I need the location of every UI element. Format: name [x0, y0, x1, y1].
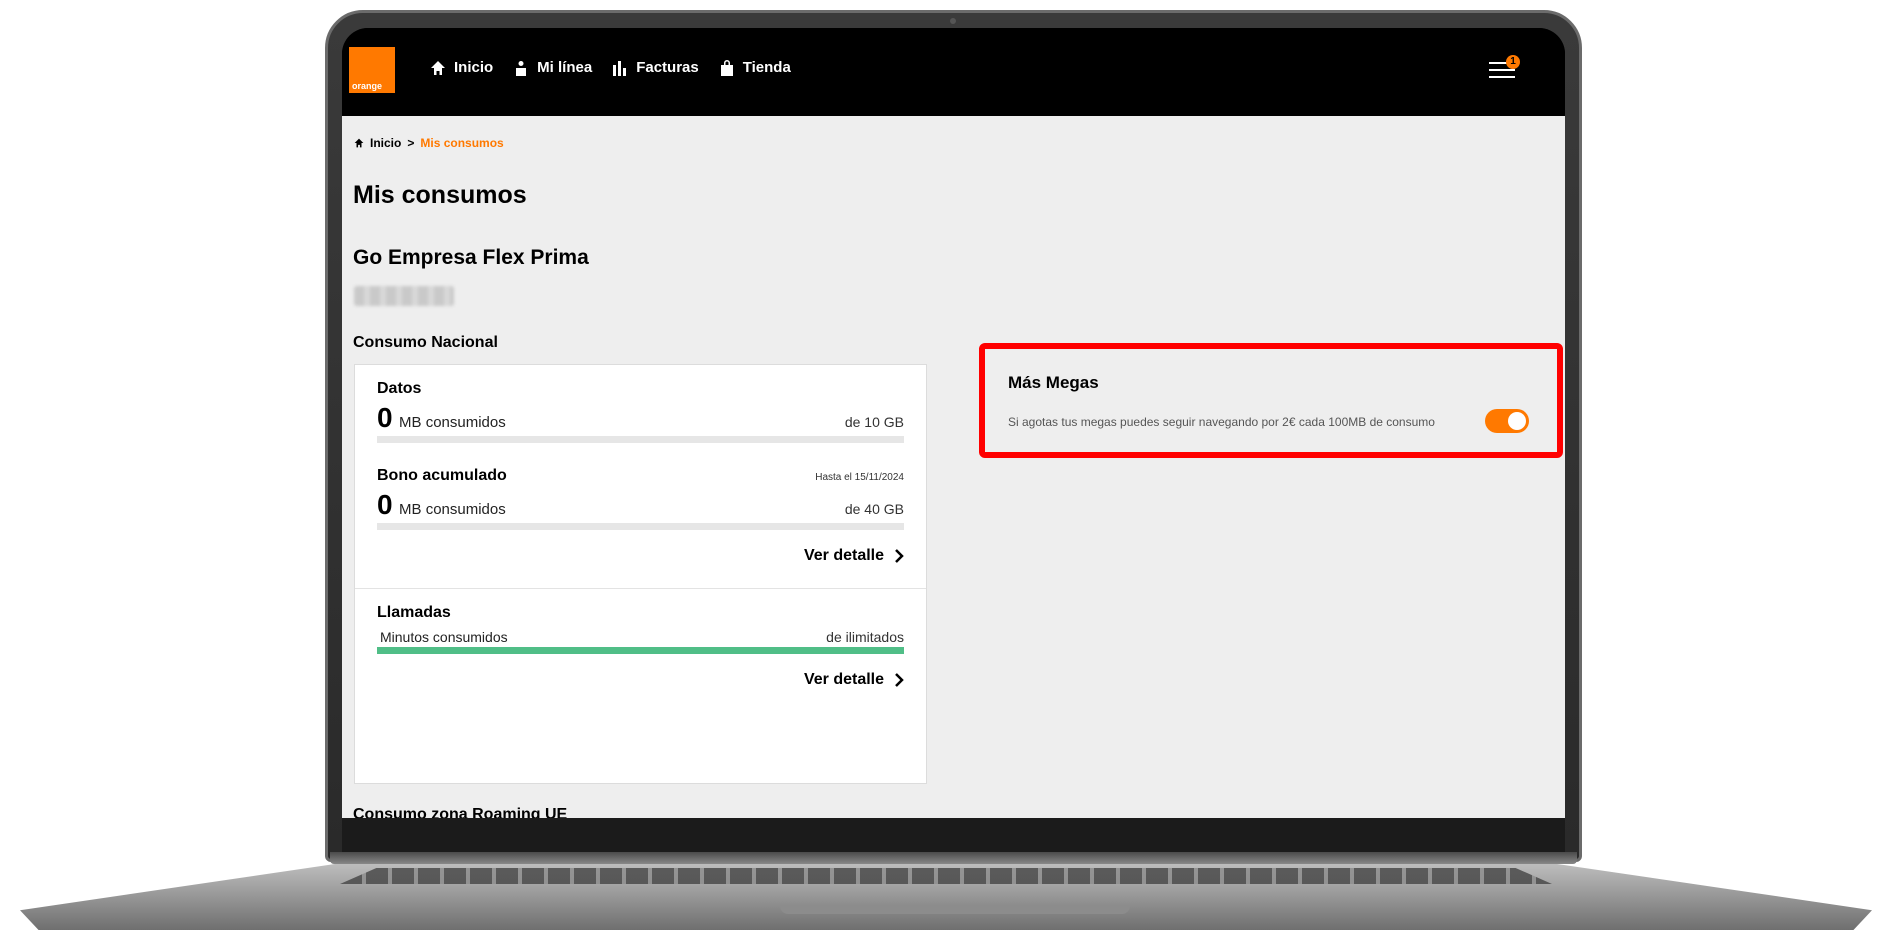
logo-text: orange — [352, 81, 383, 91]
card-divider — [355, 588, 926, 589]
section-title: Consumo Nacional — [353, 334, 498, 351]
mas-megas-description: Si agotas tus megas puedes seguir navega… — [1008, 415, 1435, 429]
nav-item-inicio[interactable]: Inicio — [430, 59, 493, 76]
datos-title: Datos — [377, 380, 422, 397]
llamadas-progress-fill — [377, 647, 904, 654]
nav-item-label: Tienda — [742, 59, 791, 76]
llamadas-block: Llamadas Minutos consumidos de ilimitado… — [377, 604, 904, 664]
datos-unit: MB consumidos — [399, 414, 506, 431]
nav-item-label: Inicio — [454, 59, 494, 76]
hamburger-menu-icon[interactable]: 1 — [1489, 55, 1520, 82]
detail-link-label: Ver detalle — [803, 547, 884, 564]
datos-progress-bar — [377, 436, 904, 443]
bono-block: Bono acumulado Hasta el 15/11/2024 0 MB … — [377, 467, 904, 537]
home-icon — [354, 138, 364, 148]
top-navigation: orange Inicio Mi línea Facturas Tienda 1 — [342, 28, 1565, 116]
nav-item-tienda[interactable]: Tienda — [719, 59, 791, 76]
mas-megas-panel: Más Megas Si agotas tus megas puedes seg… — [979, 343, 1563, 458]
person-icon — [516, 60, 527, 76]
page-title: Mis consumos — [353, 181, 527, 209]
chevron-right-icon — [895, 673, 904, 687]
bono-value: 0 — [377, 489, 393, 520]
webcam — [950, 18, 956, 24]
bono-limit: de 40 GB — [844, 501, 904, 517]
page-content: Inicio > Mis consumos Mis consumos Go Em… — [342, 116, 1565, 818]
nav-item-mi-linea[interactable]: Mi línea — [513, 59, 592, 76]
datos-value: 0 — [377, 402, 393, 433]
roaming-section-title: Consumo zona Roaming UE — [353, 806, 568, 818]
screen-bezel — [342, 818, 1565, 853]
llamadas-limit: de ilimitados — [826, 629, 904, 645]
breadcrumb: Inicio > Mis consumos — [354, 136, 504, 150]
laptop-screen: orange Inicio Mi línea Facturas Tienda 1 — [342, 28, 1565, 818]
bar-chart-icon — [613, 60, 627, 76]
bono-unit: MB consumidos — [399, 501, 506, 518]
mas-megas-toggle[interactable] — [1485, 409, 1529, 433]
breadcrumb-separator: > — [407, 136, 415, 150]
nav-menu: Inicio Mi línea Facturas Tienda — [430, 59, 791, 76]
llamadas-usage-row: Minutos consumidos de ilimitados — [377, 629, 904, 645]
datos-block: Datos 0 MB consumidos de 10 GB — [377, 380, 904, 450]
nav-item-label: Facturas — [636, 59, 699, 76]
bono-progress-bar — [377, 523, 904, 530]
datos-usage-row: 0 MB consumidos de 10 GB — [377, 402, 904, 434]
toggle-knob — [1508, 412, 1526, 430]
breadcrumb-current: Mis consumos — [420, 136, 504, 150]
redacted-phone-number — [354, 286, 454, 306]
orange-logo[interactable]: orange — [349, 47, 395, 93]
bono-usage-row: 0 MB consumidos de 40 GB — [377, 489, 904, 521]
llamadas-label: Minutos consumidos — [380, 629, 508, 645]
laptop-keyboard — [340, 868, 1552, 884]
laptop-hinge — [330, 852, 1577, 864]
mas-megas-title: Más Megas — [1008, 373, 1099, 392]
datos-limit: de 10 GB — [844, 414, 904, 430]
breadcrumb-home[interactable]: Inicio — [370, 136, 401, 150]
nav-item-facturas[interactable]: Facturas — [612, 59, 699, 76]
nav-item-label: Mi línea — [537, 59, 593, 76]
consumption-card: Datos 0 MB consumidos de 10 GB Bono acum… — [354, 364, 927, 784]
bono-detail-link[interactable]: Ver detalle — [804, 547, 904, 565]
notification-badge: 1 — [1506, 55, 1520, 69]
llamadas-progress-bar — [377, 647, 904, 654]
shopping-bag-icon — [720, 59, 733, 76]
bono-expiry: Hasta el 15/11/2024 — [815, 472, 904, 483]
home-icon — [431, 60, 445, 75]
plan-name: Go Empresa Flex Prima — [353, 246, 589, 269]
llamadas-title: Llamadas — [377, 604, 451, 621]
chevron-right-icon — [895, 549, 904, 563]
detail-link-label: Ver detalle — [803, 671, 884, 688]
llamadas-detail-link[interactable]: Ver detalle — [804, 671, 904, 689]
laptop-notch — [780, 906, 1130, 914]
